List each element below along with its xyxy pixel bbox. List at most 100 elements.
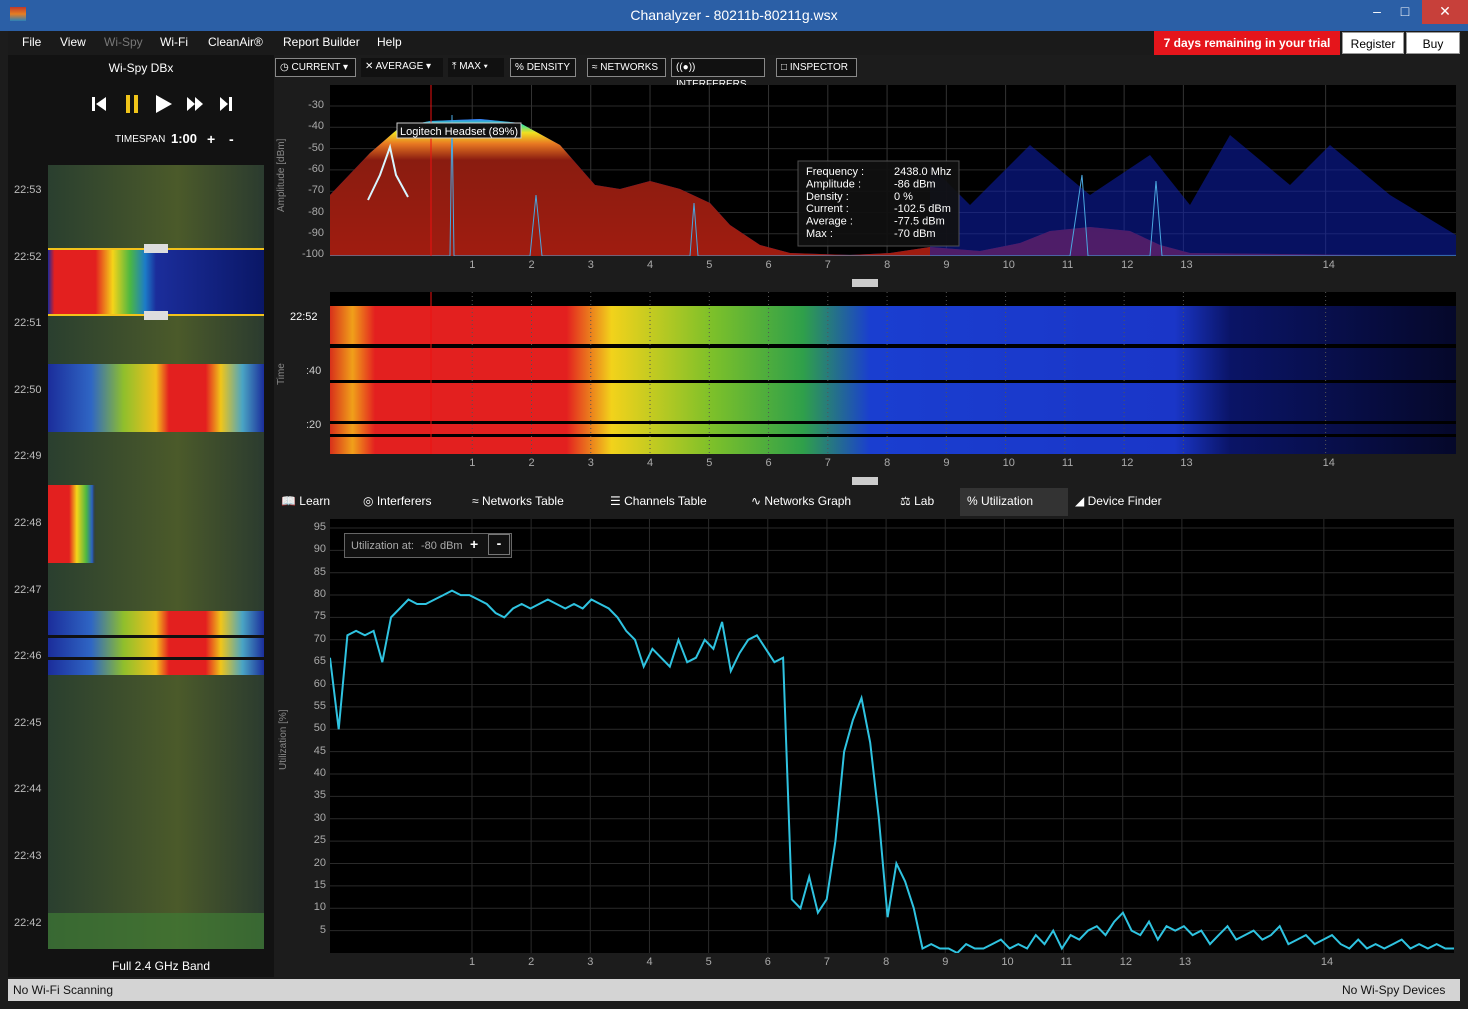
average-button[interactable]: ✕ AVERAGE ▾ bbox=[361, 58, 443, 77]
utilization-tick-label: 35 bbox=[313, 789, 326, 802]
time-axis-label: Time bbox=[276, 363, 287, 385]
menu-file[interactable]: File bbox=[22, 35, 41, 49]
minimize-button[interactable]: – bbox=[1362, 0, 1392, 24]
current-button[interactable]: ◷ CURRENT ▾ bbox=[275, 58, 356, 77]
spectrum-channel-label: 2 bbox=[528, 259, 535, 271]
utilization-channel-label: 10 bbox=[1001, 956, 1014, 968]
amplitude-tick-label: -90 bbox=[308, 226, 324, 239]
interferer-tag[interactable]: Logitech Headset (89%) bbox=[400, 126, 518, 138]
fast-forward-icon[interactable] bbox=[187, 97, 203, 111]
percent-icon: % bbox=[967, 494, 978, 508]
tab-networks-table[interactable]: ≈ Networks Table bbox=[472, 494, 564, 508]
waterfall-channel-label: 1 bbox=[469, 457, 476, 469]
range-end-handle[interactable] bbox=[144, 311, 168, 320]
utilization-tick-label: 70 bbox=[313, 632, 326, 645]
splitter-handle-bottom[interactable] bbox=[852, 477, 878, 485]
inspector-key: Current : bbox=[806, 203, 849, 215]
waterfall-chart[interactable] bbox=[330, 292, 1456, 454]
session-overview-waterfall[interactable] bbox=[48, 165, 264, 949]
waterfall-channel-label: 7 bbox=[824, 457, 831, 469]
window-title: Chanalyzer - 80211b-80211g.wsx bbox=[630, 7, 838, 23]
register-button[interactable]: Register bbox=[1342, 32, 1404, 54]
amplitude-tick-label: -40 bbox=[308, 120, 324, 133]
waterfall-channel-label: 8 bbox=[884, 457, 891, 469]
inspector-value: -102.5 dBm bbox=[894, 203, 951, 215]
waterfall-channel-label: 12 bbox=[1121, 457, 1134, 469]
inspector-icon: □ bbox=[781, 62, 788, 73]
menu-wifi[interactable]: Wi-Fi bbox=[160, 35, 188, 49]
skip-forward-icon[interactable] bbox=[220, 97, 232, 111]
inspector-key: Frequency : bbox=[806, 166, 864, 178]
interferers-button[interactable]: ((●)) INTERFERERS bbox=[671, 58, 765, 90]
inspector-button[interactable]: □ INSPECTOR bbox=[776, 58, 857, 77]
broadcast-icon: ((●)) bbox=[676, 62, 696, 73]
tab-interferers[interactable]: ◎ Interferers bbox=[363, 494, 432, 508]
spectrum-channel-label: 8 bbox=[884, 259, 891, 271]
tab-channels-table[interactable]: ☰ Channels Table bbox=[610, 494, 707, 508]
utilization-channel-label: 7 bbox=[823, 956, 831, 968]
tab-device-finder-label: Device Finder bbox=[1087, 494, 1162, 508]
close-button[interactable]: ✕ bbox=[1422, 0, 1468, 24]
waterfall-channel-label: 11 bbox=[1061, 457, 1074, 469]
utilization-chart[interactable] bbox=[330, 519, 1454, 953]
max-button[interactable]: ⤒ MAX ▾ bbox=[448, 58, 504, 77]
utilization-tick-label: 5 bbox=[319, 923, 326, 936]
left-time-label: 22:51 bbox=[14, 317, 42, 330]
clock-icon: ◷ bbox=[280, 62, 289, 73]
timespan-minus-button[interactable]: - bbox=[229, 131, 234, 147]
waterfall-channel-label: 9 bbox=[943, 457, 950, 469]
menu-wispy[interactable]: Wi-Spy bbox=[104, 35, 143, 49]
maximize-button[interactable]: □ bbox=[1390, 0, 1420, 24]
utilization-tick-label: 15 bbox=[313, 878, 326, 891]
play-icon[interactable] bbox=[156, 95, 172, 113]
wifi-icon: ≈ bbox=[472, 494, 479, 508]
menu-help[interactable]: Help bbox=[377, 35, 402, 49]
amplitude-tick-label: -60 bbox=[308, 162, 324, 175]
timespan-plus-button[interactable]: + bbox=[207, 131, 215, 147]
range-start-handle[interactable] bbox=[144, 244, 168, 253]
tab-networks-graph[interactable]: ∿ Networks Graph bbox=[751, 494, 851, 508]
utilization-tick-label: 40 bbox=[313, 767, 326, 780]
tab-lab[interactable]: ⚖ Lab bbox=[900, 494, 934, 508]
skip-back-icon[interactable] bbox=[92, 97, 106, 111]
menu-report-builder[interactable]: Report Builder bbox=[283, 35, 360, 49]
utilization-tick-label: 95 bbox=[313, 520, 326, 533]
inspector-key: Average : bbox=[806, 216, 853, 228]
tab-interferers-label: Interferers bbox=[376, 494, 432, 508]
waterfall-time-2: :40 bbox=[306, 365, 322, 377]
spectrum-channel-label: 4 bbox=[647, 259, 654, 271]
inspector-value: -70 dBm bbox=[894, 228, 936, 240]
tab-utilization[interactable]: % Utilization bbox=[967, 494, 1033, 508]
tab-device-finder[interactable]: ◢ Device Finder bbox=[1075, 494, 1162, 508]
spectrum-channel-label: 6 bbox=[765, 259, 772, 271]
inspector-value: -86 dBm bbox=[894, 178, 936, 190]
networks-button[interactable]: ≈ NETWORKS bbox=[587, 58, 666, 77]
utilization-channel-label: 5 bbox=[705, 956, 712, 968]
utilization-plus-button[interactable]: + bbox=[470, 536, 478, 552]
spectrum-chart[interactable]: Logitech Headset (89%) Frequency : 2438.0… bbox=[330, 85, 1456, 256]
pause-icon[interactable] bbox=[126, 95, 138, 113]
utilization-tick-label: 30 bbox=[313, 811, 326, 824]
density-button[interactable]: % DENSITY bbox=[510, 58, 576, 77]
waterfall-channel-label: 13 bbox=[1180, 457, 1193, 469]
density-label: DENSITY bbox=[526, 62, 571, 73]
utilization-channel-label: 12 bbox=[1119, 956, 1132, 968]
amplitude-tick-label: -80 bbox=[308, 205, 324, 218]
tab-learn[interactable]: 📖 Learn bbox=[281, 494, 330, 508]
device-name: Wi-Spy DBx bbox=[108, 61, 174, 75]
menu-view[interactable]: View bbox=[60, 35, 86, 49]
utilization-minus-button[interactable]: - bbox=[488, 534, 510, 555]
menu-cleanair[interactable]: CleanAir® bbox=[208, 35, 263, 49]
left-time-label: 22:49 bbox=[14, 450, 42, 463]
title-bar: Chanalyzer - 80211b-80211g.wsx – □ ✕ bbox=[0, 0, 1468, 31]
waterfall-time-1: 22:52 bbox=[290, 311, 318, 323]
waterfall-channel-label: 2 bbox=[528, 457, 535, 469]
buy-button[interactable]: Buy bbox=[1406, 32, 1460, 54]
splitter-handle-top[interactable] bbox=[852, 279, 878, 287]
trial-banner[interactable]: 7 days remaining in your trial bbox=[1154, 31, 1340, 55]
tab-lab-label: Lab bbox=[914, 494, 935, 508]
networks-label: NETWORKS bbox=[600, 62, 659, 73]
tab-utilization-label: Utilization bbox=[981, 494, 1034, 508]
utilization-channel-label: 13 bbox=[1178, 956, 1192, 968]
inspector-value: -77.5 dBm bbox=[894, 216, 945, 228]
